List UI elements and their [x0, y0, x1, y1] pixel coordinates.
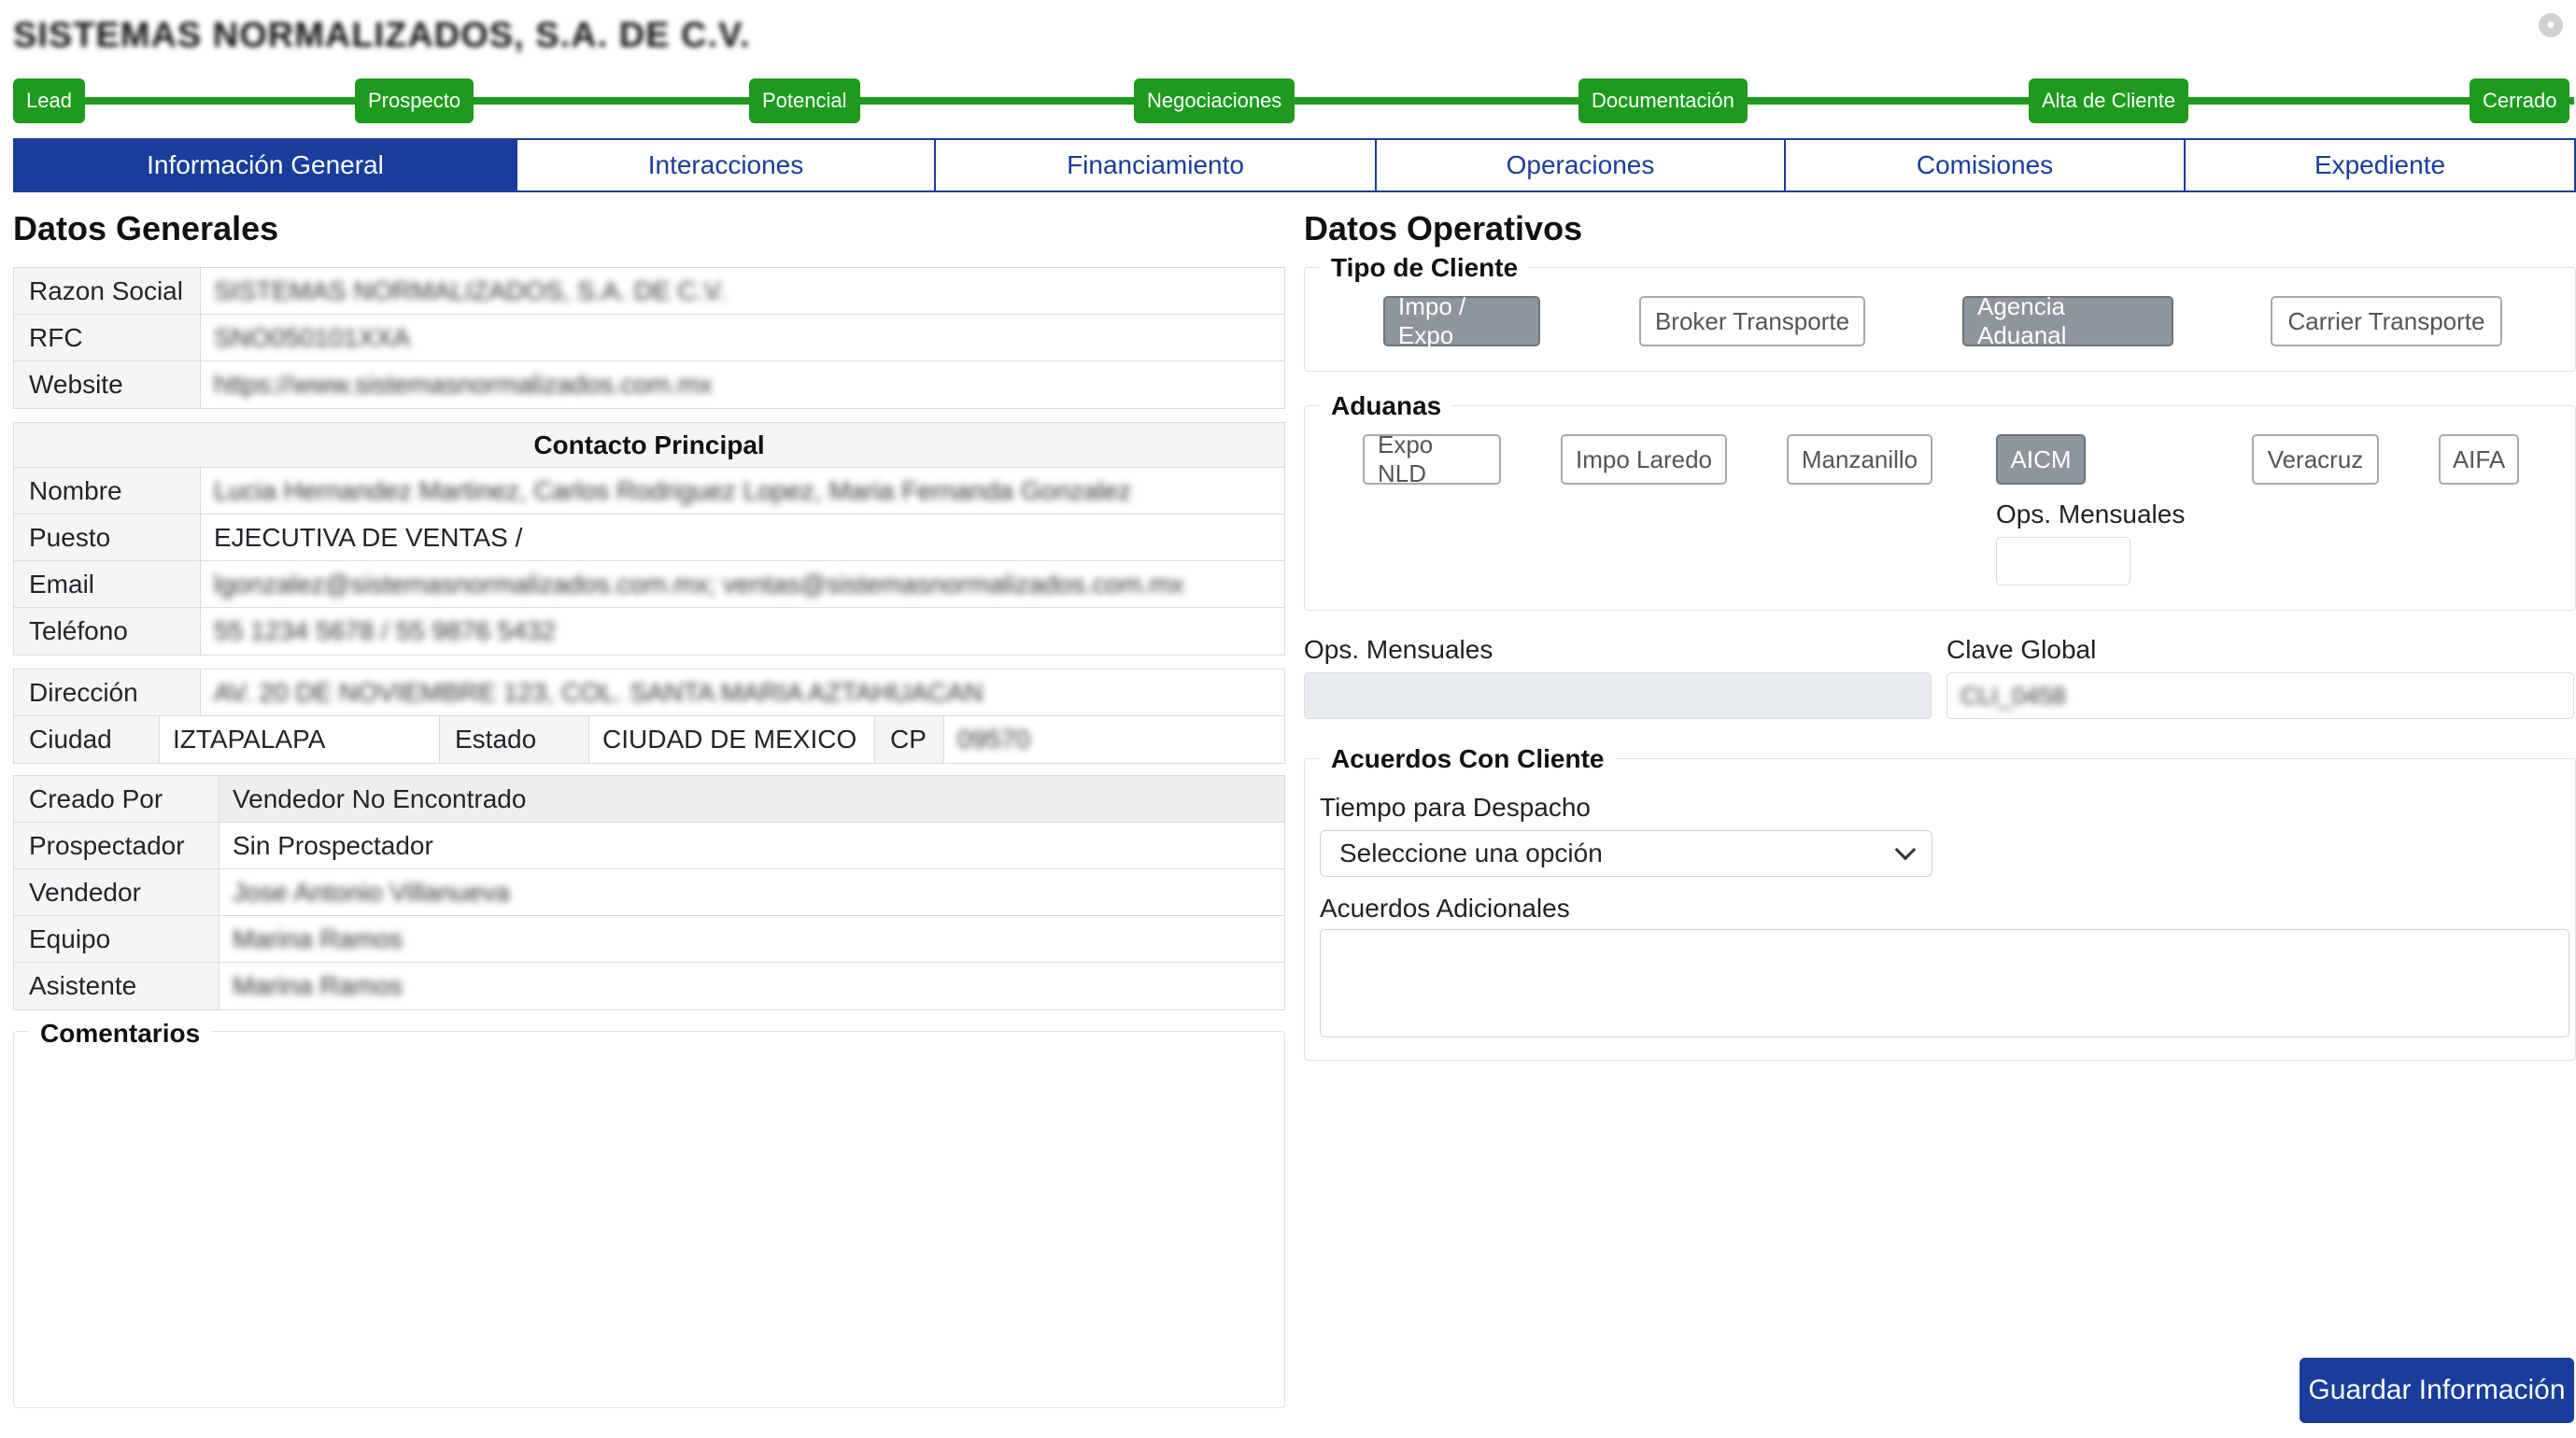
nombre-value: Lucia Hernandez Martinez, Carlos Rodrigu… [214, 475, 1132, 505]
website-value: https://www.sistemasnormalizados.com.mx [214, 370, 713, 399]
aicm-ops-input[interactable] [1996, 537, 2130, 585]
option-expo-nld[interactable]: Expo NLD [1363, 430, 1501, 487]
tiempo-despacho-select[interactable]: Seleccione una opción [1320, 830, 1932, 877]
tipo-cliente-legend: Tipo de Cliente [1320, 253, 1530, 283]
clave-global-value: CLI_0458 [1960, 681, 2066, 710]
tiempo-despacho-value: Seleccione una opción [1339, 839, 1603, 867]
stage-alta-cliente[interactable]: Alta de Cliente [2029, 78, 2189, 123]
vendedor-field[interactable]: Jose Antonio Villanueva [219, 869, 1284, 915]
option-aifa[interactable]: AIFA [2439, 434, 2519, 485]
rfc-field[interactable]: SNO050101XXA [201, 315, 1284, 360]
tab-comisiones[interactable]: Comisiones [1784, 138, 2186, 192]
datos-operativos-title: Datos Operativos [1304, 209, 1583, 247]
rfc-label: RFC [14, 315, 201, 360]
stage-prospecto[interactable]: Prospecto [355, 78, 474, 123]
tab-financiamiento[interactable]: Financiamiento [934, 138, 1377, 192]
tab-interacciones[interactable]: Interacciones [516, 138, 936, 192]
website-label: Website [14, 361, 201, 408]
aduanas-group: Aduanas Expo NLD Impo Laredo Manzanillo … [1304, 391, 2576, 611]
equipo-value: Marina Ramos [233, 923, 403, 953]
telefono-field[interactable]: 55 1234 5678 / 55 9876 5432 [201, 608, 1284, 655]
razon-social-field[interactable]: SISTEMAS NORMALIZADOS, S.A. DE C.V. [201, 268, 1284, 314]
equipo-field[interactable]: Marina Ramos [219, 916, 1284, 962]
prospectador-value[interactable]: Sin Prospectador [219, 823, 1284, 868]
nombre-field[interactable]: Lucia Hernandez Martinez, Carlos Rodrigu… [201, 468, 1284, 514]
creado-por-value: Vendedor No Encontrado [219, 776, 1284, 822]
asistente-value: Marina Ramos [233, 971, 403, 1000]
cp-field[interactable]: 09570 [944, 716, 1284, 763]
ops-mensuales-input [1304, 672, 1932, 719]
nombre-label: Nombre [14, 468, 201, 514]
direccion-table: Dirección AV. 20 DE NOVIEMBRE 123, COL. … [13, 669, 1285, 764]
asistente-label: Asistente [14, 963, 219, 1009]
equipo-label: Equipo [14, 916, 219, 962]
clave-global-label: Clave Global [1946, 635, 2097, 664]
option-aicm[interactable]: AICM [1996, 434, 2086, 485]
direccion-value: AV. 20 DE NOVIEMBRE 123, COL. SANTA MARI… [214, 677, 984, 707]
telefono-value: 55 1234 5678 / 55 9876 5432 [214, 616, 556, 645]
company-name: SISTEMAS NORMALIZADOS, S.A. DE C.V. [13, 15, 751, 55]
comentarios-box[interactable]: Comentarios [13, 1019, 1285, 1408]
ciudad-label: Ciudad [14, 716, 160, 763]
acuerdos-adicionales-label: Acuerdos Adicionales [1320, 894, 1570, 923]
datos-generales-table: Razon Social SISTEMAS NORMALIZADOS, S.A.… [13, 267, 1285, 409]
ciudad-value[interactable]: IZTAPALAPA [160, 716, 440, 763]
notification-icon[interactable]: ● [2539, 13, 2563, 37]
email-label: Email [14, 561, 201, 607]
prospectador-label: Prospectador [14, 823, 219, 868]
cp-label: CP [875, 716, 944, 763]
tab-informacion-general[interactable]: Información General [13, 138, 517, 192]
tab-operaciones[interactable]: Operaciones [1375, 138, 1786, 192]
puesto-label: Puesto [14, 515, 201, 560]
stage-negociaciones[interactable]: Negociaciones [1134, 78, 1295, 123]
direccion-field[interactable]: AV. 20 DE NOVIEMBRE 123, COL. SANTA MARI… [201, 670, 1284, 715]
direccion-label: Dirección [14, 670, 201, 715]
sales-pipeline: Lead Prospecto Potencial Negociaciones D… [13, 78, 2574, 123]
chevron-down-icon [1894, 839, 1917, 861]
website-field[interactable]: https://www.sistemasnormalizados.com.mx [201, 361, 1284, 408]
cp-value: 09570 [957, 725, 1030, 754]
guardar-button[interactable]: Guardar Información [2300, 1358, 2574, 1423]
tab-expediente[interactable]: Expediente [2184, 138, 2576, 192]
stage-documentacion[interactable]: Documentación [1578, 78, 1748, 123]
puesto-value[interactable]: EJECUTIVA DE VENTAS / [201, 515, 1284, 560]
option-agencia-aduanal[interactable]: Agencia Aduanal [1962, 292, 2173, 349]
email-field[interactable]: lgonzalez@sistemasnormalizados.com.mx; v… [201, 561, 1284, 607]
comentarios-label: Comentarios [29, 1019, 212, 1049]
vendedor-label: Vendedor [14, 869, 219, 915]
option-impo-laredo[interactable]: Impo Laredo [1561, 434, 1727, 485]
tiempo-despacho-label: Tiempo para Despacho [1320, 793, 1592, 822]
acuerdos-adicionales-textarea[interactable] [1320, 929, 2569, 1037]
acuerdos-legend: Acuerdos Con Cliente [1320, 744, 1616, 774]
stage-potencial[interactable]: Potencial [749, 78, 860, 123]
vendedor-value: Jose Antonio Villanueva [233, 877, 510, 907]
datos-generales-title: Datos Generales [13, 209, 279, 247]
main-tabs: Información General Interacciones Financ… [13, 138, 2576, 192]
option-manzanillo[interactable]: Manzanillo [1787, 434, 1932, 485]
aicm-ops-label: Ops. Mensuales [1996, 500, 2186, 529]
telefono-label: Teléfono [14, 608, 201, 655]
razon-social-value: SISTEMAS NORMALIZADOS, S.A. DE C.V. [214, 275, 727, 305]
asistente-field[interactable]: Marina Ramos [219, 963, 1284, 1009]
option-impo-expo[interactable]: Impo / Expo [1383, 292, 1540, 349]
rfc-value: SNO050101XXA [214, 322, 411, 352]
acuerdos-group: Acuerdos Con Cliente Tiempo para Despach… [1304, 744, 2576, 1061]
ops-mensuales-label: Ops. Mensuales [1304, 635, 1493, 664]
tipo-cliente-group: Tipo de Cliente Impo / Expo Broker Trans… [1304, 253, 2576, 372]
email-value: lgonzalez@sistemasnormalizados.com.mx; v… [214, 569, 1184, 599]
stage-lead[interactable]: Lead [13, 78, 85, 123]
estado-label: Estado [440, 716, 589, 763]
stage-cerrado[interactable]: Cerrado [2470, 78, 2570, 123]
asignacion-table: Creado Por Vendedor No Encontrado Prospe… [13, 775, 1285, 1010]
option-veracruz[interactable]: Veracruz [2252, 434, 2379, 485]
option-broker-transporte[interactable]: Broker Transporte [1639, 296, 1865, 346]
aduanas-legend: Aduanas [1320, 391, 1453, 421]
contacto-principal-table: Contacto Principal Nombre Lucia Hernande… [13, 422, 1285, 656]
clave-global-input[interactable]: CLI_0458 [1946, 672, 2574, 719]
razon-social-label: Razon Social [14, 268, 201, 314]
creado-por-label: Creado Por [14, 776, 219, 822]
contacto-principal-title: Contacto Principal [533, 430, 765, 459]
option-carrier-transporte[interactable]: Carrier Transporte [2271, 296, 2502, 346]
estado-value[interactable]: CIUDAD DE MEXICO [589, 716, 875, 763]
